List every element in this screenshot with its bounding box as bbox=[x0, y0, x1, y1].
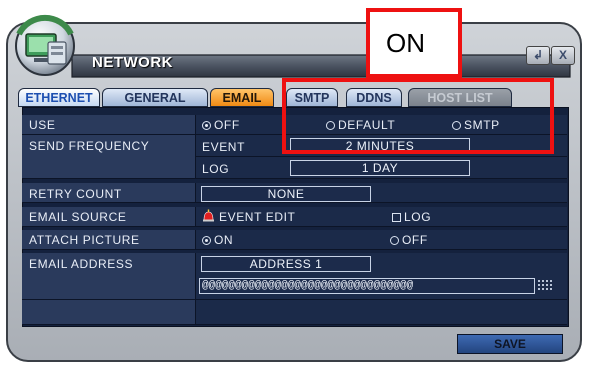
annotation-label: ON bbox=[386, 28, 425, 58]
network-logo-icon bbox=[15, 14, 75, 76]
row-bg bbox=[195, 300, 567, 325]
save-button[interactable]: SAVE bbox=[457, 334, 563, 354]
use-label: USE bbox=[29, 118, 56, 132]
radio-selected-icon bbox=[202, 236, 211, 245]
log-label: LOG bbox=[202, 162, 230, 176]
retry-count-label: RETRY COUNT bbox=[29, 187, 122, 201]
attach-picture-label: ATTACH PICTURE bbox=[29, 233, 140, 247]
log-checkbox-label: LOG bbox=[404, 210, 432, 224]
retry-count-select[interactable]: NONE bbox=[201, 186, 371, 202]
attach-on-label: ON bbox=[214, 233, 234, 247]
tab-email[interactable]: EMAIL bbox=[210, 88, 274, 107]
email-address-label: EMAIL ADDRESS bbox=[29, 257, 134, 271]
log-frequency-select[interactable]: 1 DAY bbox=[290, 160, 470, 176]
address-select[interactable]: ADDRESS 1 bbox=[201, 256, 371, 272]
tab-ethernet[interactable]: ETHERNET bbox=[18, 88, 100, 107]
tab-general[interactable]: GENERAL bbox=[102, 88, 208, 107]
annotation-highlight-frame bbox=[282, 78, 554, 154]
send-frequency-label: SEND FREQUENCY bbox=[29, 139, 150, 153]
use-off-label: OFF bbox=[214, 118, 240, 132]
event-edit-button[interactable]: EVENT EDIT bbox=[219, 210, 295, 224]
use-off-radio[interactable]: OFF bbox=[202, 118, 240, 132]
event-label: EVENT bbox=[202, 140, 246, 154]
email-source-label: EMAIL SOURCE bbox=[29, 210, 127, 224]
alarm-icon bbox=[203, 209, 214, 222]
radio-icon bbox=[390, 236, 399, 245]
email-address-input[interactable]: @@@@@@@@@@@@@@@@@@@@@@@@@@@@@@@@ bbox=[199, 278, 535, 294]
attach-off-label: OFF bbox=[402, 233, 428, 247]
window-title: NETWORK bbox=[92, 54, 173, 71]
close-button[interactable]: X bbox=[551, 46, 575, 65]
return-button[interactable]: ↲ bbox=[526, 46, 550, 65]
log-checkbox[interactable]: LOG bbox=[392, 210, 431, 224]
keyboard-icon[interactable] bbox=[538, 280, 552, 292]
row-bg bbox=[22, 300, 195, 325]
radio-selected-icon bbox=[202, 121, 211, 130]
attach-on-radio[interactable]: ON bbox=[202, 233, 233, 247]
checkbox-icon bbox=[392, 213, 401, 222]
attach-off-radio[interactable]: OFF bbox=[390, 233, 428, 247]
row-bg bbox=[195, 230, 567, 250]
